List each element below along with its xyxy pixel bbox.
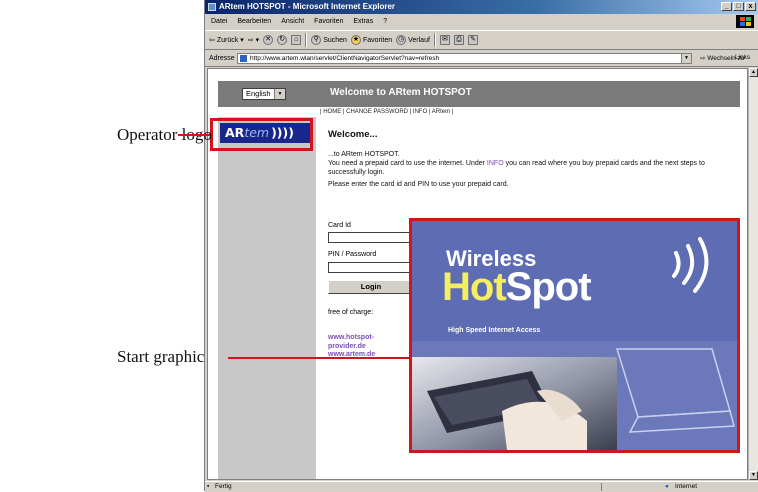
toolbar: ⇦ Zurück ▾ ⇨ ▾ ✕ ↻ ⌂ ⚲ Suchen ★ Favorite… — [205, 30, 758, 50]
sidebar: ARtem)))) — [218, 117, 316, 479]
menu-help[interactable]: ? — [383, 15, 387, 28]
menu-edit[interactable]: Bearbeiten — [237, 15, 271, 28]
page-icon — [240, 55, 247, 62]
home-icon[interactable]: ⌂ — [291, 35, 302, 45]
favorites-button[interactable]: ★ Favoriten — [350, 35, 392, 45]
card-id-input[interactable] — [328, 232, 414, 243]
back-arrow-icon: ⇦ — [209, 37, 215, 44]
windows-logo-icon — [736, 15, 754, 28]
scroll-up-arrow-icon[interactable]: ▲ — [749, 68, 758, 77]
maximize-button[interactable]: □ — [733, 2, 744, 11]
history-button[interactable]: ◷ Verlauf — [396, 35, 430, 45]
vertical-scrollbar[interactable]: ▲ ▼ — [748, 68, 758, 480]
edit-icon[interactable]: ✎ — [467, 35, 478, 45]
go-arrow-icon: ⇨ — [700, 55, 706, 62]
nav-links[interactable]: | HOME | CHANGE PASSWORD | INFO | ARtem … — [320, 109, 453, 115]
logo-highlight-box — [210, 118, 313, 151]
chevron-down-icon: ▼ — [274, 89, 285, 99]
favorites-icon: ★ — [350, 35, 361, 45]
page-title: Welcome to ARtem HOTSPOT — [330, 87, 472, 98]
toolbar-divider — [433, 33, 436, 47]
provider-link[interactable]: www.hotspot-provider.de — [328, 333, 390, 351]
graphic-highlight-box — [409, 218, 740, 453]
info-link[interactable]: INFO — [487, 160, 504, 167]
menu-bar: Datei Bearbeiten Ansicht Favoriten Extra… — [205, 15, 758, 28]
main-content: Welcome... ...to ARtem HOTSPOT. You need… — [328, 129, 738, 189]
toolbar-divider — [305, 33, 308, 47]
links-button[interactable]: Links — [735, 54, 750, 61]
status-divider — [601, 483, 662, 491]
address-input[interactable]: http://www.artem.wlan/servlet/ClientNavi… — [237, 53, 692, 64]
menu-tools[interactable]: Extras — [353, 15, 373, 28]
card-id-label: Card Id — [328, 222, 351, 229]
title-bar: ARtem HOTSPOT - Microsoft Internet Explo… — [205, 0, 758, 14]
ie-icon — [208, 3, 216, 11]
mail-icon[interactable]: ✉ — [439, 35, 450, 45]
callout-start-graphic: Start graphic — [117, 347, 205, 366]
scroll-down-arrow-icon[interactable]: ▼ — [749, 471, 758, 480]
window-title: ARtem HOTSPOT - Microsoft Internet Explo… — [219, 2, 396, 11]
menu-file[interactable]: Datei — [211, 15, 227, 28]
search-button[interactable]: ⚲ Suchen — [311, 35, 347, 45]
history-icon: ◷ — [396, 35, 407, 45]
intro-text: You need a prepaid card to use the inter… — [328, 160, 705, 176]
address-label: Adresse — [209, 55, 235, 62]
instruction-text: Please enter the card id and PIN to use … — [328, 181, 509, 188]
search-icon: ⚲ — [311, 35, 322, 45]
status-bar: ▪ Fertig ● Internet — [205, 481, 758, 492]
refresh-icon[interactable]: ↻ — [277, 35, 288, 45]
callout-line-logo — [178, 134, 210, 136]
minimize-button[interactable]: _ — [721, 2, 732, 11]
intro-line: ...to ARtem HOTSPOT. — [328, 151, 400, 158]
login-button[interactable]: Login — [328, 280, 414, 294]
address-bar: Adresse http://www.artem.wlan/servlet/Cl… — [205, 51, 758, 67]
pin-input[interactable] — [328, 262, 414, 273]
chevron-down-icon[interactable]: ▼ — [681, 54, 691, 63]
print-icon[interactable]: ⎙ — [453, 35, 464, 45]
close-button[interactable]: x — [745, 2, 756, 11]
address-value: http://www.artem.wlan/servlet/ClientNavi… — [250, 55, 440, 62]
language-select[interactable]: English ▼ — [242, 88, 286, 100]
menu-view[interactable]: Ansicht — [281, 15, 304, 28]
pin-label: PIN / Password — [328, 251, 377, 258]
page-header: English ▼ Welcome to ARtem HOTSPOT — [218, 81, 740, 107]
chevron-down-icon: ▾ — [255, 37, 260, 44]
chevron-down-icon: ▾ — [240, 37, 244, 44]
stop-icon[interactable]: ✕ — [263, 35, 274, 45]
back-button[interactable]: ⇦ Zurück ▾ — [209, 36, 244, 45]
welcome-heading: Welcome... — [328, 129, 378, 140]
forward-button[interactable]: ⇨ ▾ — [248, 36, 259, 44]
callout-line-graphic — [228, 357, 409, 359]
forward-arrow-icon: ⇨ — [247, 37, 254, 44]
free-of-charge-label: free of charge: — [328, 309, 374, 316]
menu-favorites[interactable]: Favoriten — [314, 15, 343, 28]
language-value: English — [246, 89, 271, 98]
